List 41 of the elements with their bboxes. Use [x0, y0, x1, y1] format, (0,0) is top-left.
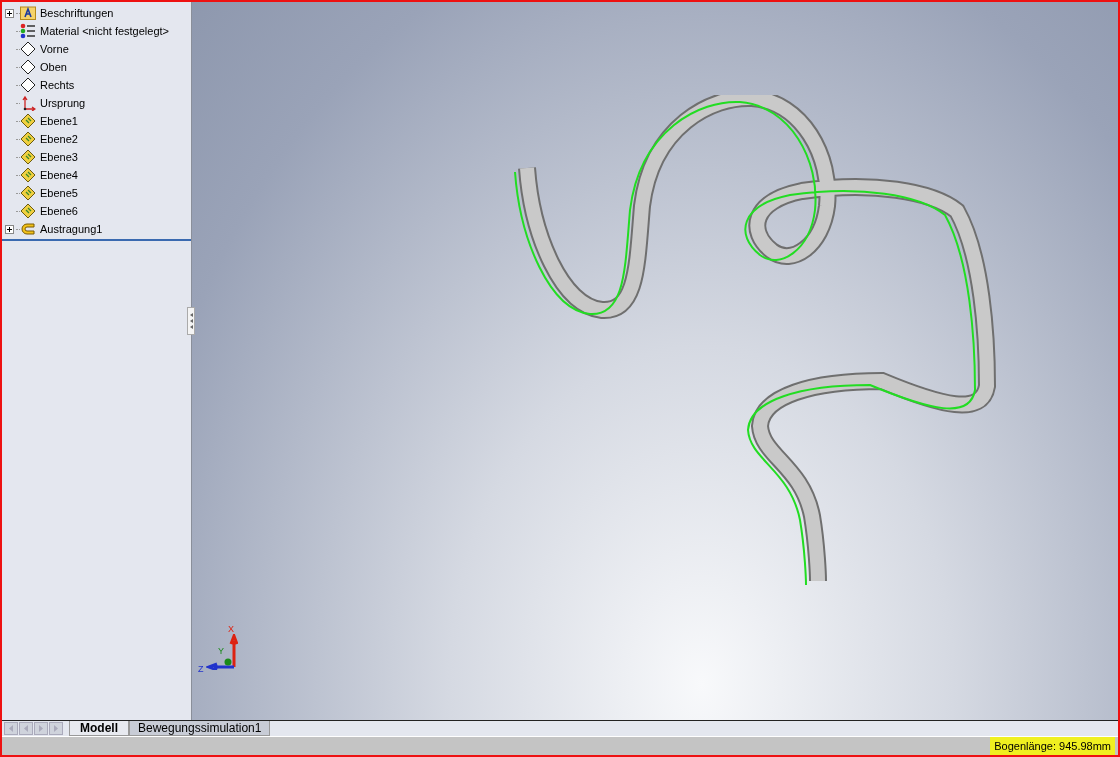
tab-scroll-icon[interactable]: [19, 722, 33, 735]
annotation-folder-icon: [20, 6, 36, 20]
tree-item[interactable]: Ursprung: [40, 94, 86, 112]
plane-icon: [20, 41, 36, 57]
tree-item[interactable]: Ebene2: [40, 130, 78, 148]
x-axis-label: X: [228, 624, 234, 634]
plane-icon: [20, 185, 36, 201]
plane-icon: [20, 77, 36, 93]
panel-collapse-handle[interactable]: [187, 307, 195, 335]
tree-item[interactable]: Ebene4: [40, 166, 78, 184]
tab-scroll-icon[interactable]: [34, 722, 48, 735]
tab[interactable]: Bewegungssimulation1: [129, 721, 271, 736]
plane-icon: [20, 167, 36, 183]
tree-item[interactable]: Austragung1: [40, 220, 103, 238]
tree-item[interactable]: Beschriftungen: [40, 4, 114, 22]
tree-item[interactable]: Ebene5: [40, 184, 78, 202]
plane-icon: [20, 113, 36, 129]
collapse-arrows-icon: [188, 311, 194, 331]
material-list-icon: [20, 23, 36, 39]
status-measurement: Bogenlänge: 945.98mm: [990, 737, 1115, 755]
tree-item[interactable]: Ebene1: [40, 112, 78, 130]
y-axis-label: Y: [218, 646, 224, 656]
z-axis-label: Z: [198, 664, 204, 674]
sweep-feature-icon: [20, 221, 36, 237]
tab[interactable]: Modell: [69, 721, 129, 736]
tree-item[interactable]: Ebene6: [40, 202, 78, 220]
tree-item[interactable]: Vorne: [40, 40, 69, 58]
tree-item[interactable]: Material <nicht festgelegt>: [40, 22, 170, 40]
tree-item[interactable]: Rechts: [40, 76, 75, 94]
expand-toggle[interactable]: [4, 224, 14, 234]
plane-icon: [20, 131, 36, 147]
tree-item[interactable]: Oben: [40, 58, 67, 76]
plane-icon: [20, 149, 36, 165]
tree-item[interactable]: Ebene3: [40, 148, 78, 166]
axis-triad-icon: [206, 634, 238, 670]
tab-scroll-icon[interactable]: [49, 722, 63, 735]
plane-icon: [20, 59, 36, 75]
plane-icon: [20, 203, 36, 219]
origin-axes-icon: [20, 95, 36, 111]
tab-scroll-icon[interactable]: [4, 722, 18, 735]
expand-toggle[interactable]: [4, 8, 14, 18]
